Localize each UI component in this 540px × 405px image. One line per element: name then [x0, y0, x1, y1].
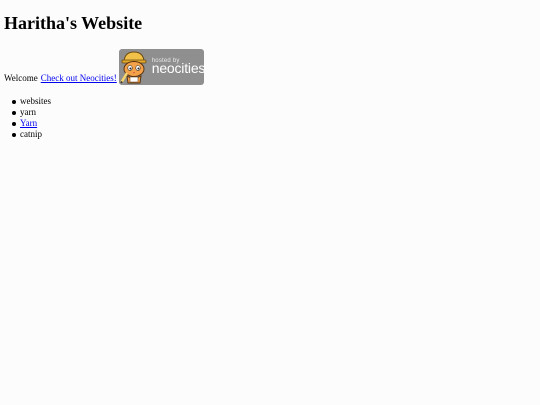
welcome-line: Welcome Check out Neocities! hosted by n… [4, 47, 204, 85]
welcome-text: Welcome [4, 73, 38, 83]
yarn-link[interactable]: Yarn [20, 118, 37, 128]
neocities-badge[interactable]: hosted by neocities [118, 49, 204, 85]
neocities-link[interactable]: Check out Neocities! [41, 73, 117, 85]
bullet-icon [12, 122, 16, 126]
list-item-label: yarn [20, 107, 36, 117]
list-item-catnip: catnip [12, 129, 51, 140]
topics-list: websites yarn Yarn catnip [12, 96, 51, 140]
page: Haritha's Website Welcome Check out Neoc… [0, 0, 540, 405]
bullet-icon [12, 133, 16, 137]
page-title: Haritha's Website [4, 13, 143, 33]
list-item-label: catnip [20, 129, 42, 139]
cat-mascot-icon [119, 51, 147, 84]
bullet-icon [12, 111, 16, 115]
list-item-label: websites [20, 96, 51, 106]
badge-neocities-text: neocities [151, 60, 204, 76]
bullet-icon [12, 100, 16, 104]
list-item-websites: websites [12, 96, 51, 107]
list-item-yarn-link: Yarn [12, 118, 51, 129]
list-item-yarn: yarn [12, 107, 51, 118]
